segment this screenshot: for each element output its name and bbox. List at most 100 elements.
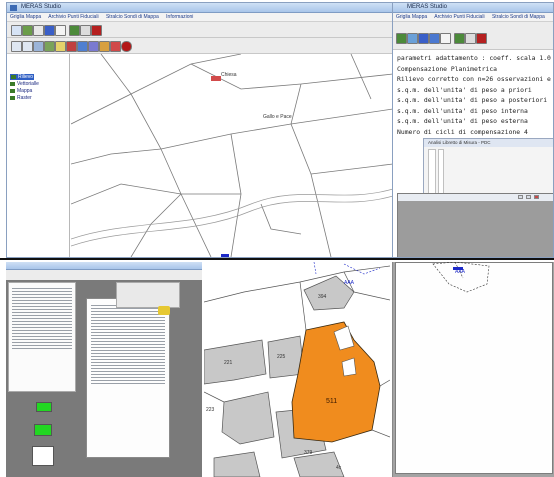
map-label-chiesa: Chiesa: [221, 72, 237, 78]
tree-panel: Rilievo Vettorialle Mappa Raster: [7, 54, 70, 257]
menu-stralcio[interactable]: Stralcio Sondi di Mappa: [106, 14, 159, 20]
console-line-2: Compensazione Planimetrica: [397, 64, 498, 73]
main-window: MERAS Studio Griglia Mappa Archivio Punt…: [6, 2, 394, 258]
layers-icon[interactable]: [44, 25, 55, 36]
console-menubar: Griglia Mappa Archivio Punti Fiduciali S…: [393, 13, 553, 22]
tree-item-raster[interactable]: Raster: [10, 95, 32, 101]
chart-icon[interactable]: [429, 33, 440, 44]
thumb-green-bar-2: [34, 424, 52, 436]
tool2-icon[interactable]: [454, 33, 465, 44]
thumb-report-window: [86, 298, 170, 458]
thumb-titlebar: [6, 262, 202, 270]
parcel-511[interactable]: 511: [326, 398, 337, 405]
subwindow-title: Analisi Libretto di Misura - PDC: [428, 140, 491, 145]
subwindow-body: [428, 149, 436, 197]
target-icon[interactable]: [110, 41, 121, 52]
info-icon[interactable]: [55, 25, 66, 36]
point-label-aaa-1: AAA: [344, 280, 355, 286]
map-label-gallo: Gallo e Pace: [263, 114, 292, 120]
point-icon[interactable]: [66, 41, 77, 52]
console-window: MERAS Studio Griglia Mappa Archivio Punt…: [392, 2, 554, 258]
help-icon[interactable]: [440, 33, 451, 44]
console-line-6: s.q.m. dell'unita' di peso interna: [397, 106, 528, 115]
console-output: parametri adattamento : coeff. scala 1.0…: [395, 53, 553, 143]
cadastral-drawing: [204, 262, 390, 477]
tree-item-rilievo[interactable]: Rilievo: [10, 74, 35, 80]
cadastral-map[interactable]: 221 225 223 511 379 394 AAA 4x: [204, 262, 390, 477]
line-icon[interactable]: [77, 41, 88, 52]
console-toolbar: [393, 22, 553, 50]
zoom-canvas[interactable]: AAA: [392, 262, 554, 477]
zoom-drawing: [432, 262, 490, 293]
console-line-8: Numero di cicli di compensazione 4: [397, 127, 528, 136]
point-label-aaa-2: AAA: [455, 269, 466, 275]
polygon-icon[interactable]: [88, 41, 99, 52]
console-line-3: Rilievo corretto con n=26 osservazioni e: [397, 75, 551, 83]
layers2-icon[interactable]: [418, 33, 429, 44]
folder-icon: [10, 81, 15, 86]
thumb-log-panel: [8, 282, 76, 392]
main-menubar: Griglia Mappa Archivio Punti Fiduciali S…: [7, 13, 393, 22]
grid-icon[interactable]: [80, 25, 91, 36]
preview-close-icon[interactable]: [534, 195, 539, 199]
tool-icon[interactable]: [69, 25, 80, 36]
preview-minimize-icon[interactable]: [518, 195, 523, 199]
select-icon[interactable]: [44, 41, 55, 52]
menu-griglia[interactable]: Griglia Mappa: [10, 14, 41, 20]
thumb-popup: [116, 282, 180, 308]
main-titlebar[interactable]: MERAS Studio: [7, 3, 393, 13]
console-line-4: s.q.m. dell'unita' di peso a priori: [397, 85, 532, 94]
save-icon[interactable]: [22, 25, 33, 36]
pencil-icon[interactable]: [99, 41, 110, 52]
parcel-225: 225: [277, 354, 286, 360]
new-file-icon[interactable]: [11, 25, 22, 36]
parcel-221: 221: [224, 360, 233, 366]
grid2-icon[interactable]: [465, 33, 476, 44]
stop-icon[interactable]: [121, 41, 132, 52]
subwindow-titlebar[interactable]: Analisi Libretto di Misura - PDC: [424, 139, 553, 147]
subwindow-body2: [438, 149, 444, 197]
app-title: MERAS Studio: [21, 4, 62, 10]
app-logo-icon: [10, 5, 17, 11]
console-line-1: parametri adattamento : coeff. scala 1.0: [397, 54, 551, 62]
main-toolbar-1: [7, 22, 393, 38]
zoom-in-icon[interactable]: [11, 41, 22, 52]
console-line-7: s.q.m. dell'unita' di peso esterna: [397, 117, 528, 125]
tree-item-vettoriale[interactable]: Vettorialle: [10, 81, 39, 87]
zoom-out-icon[interactable]: [22, 41, 33, 52]
print-icon[interactable]: [33, 25, 44, 36]
folder-icon: [10, 95, 15, 100]
console-app-title: MERAS Studio: [407, 4, 448, 10]
point-label-4x: 4x: [336, 465, 342, 471]
exit-icon[interactable]: [476, 33, 487, 44]
parcel-379: 379: [304, 450, 313, 456]
church-marker-icon: [211, 76, 221, 81]
folder-icon: [11, 74, 16, 79]
preview-panel: [397, 193, 553, 257]
analysis-subwindow: Analisi Libretto di Misura - PDC: [423, 138, 553, 200]
console-menu-archivio[interactable]: Archivio Punti Fiduciali: [434, 14, 484, 20]
parcel-394: 394: [318, 294, 327, 300]
console-menu-griglia[interactable]: Griglia Mappa: [396, 14, 427, 20]
pan-icon[interactable]: [33, 41, 44, 52]
folder-icon: [10, 88, 15, 93]
thumb-yellow-icon: [158, 306, 170, 315]
console-menu-stralcio[interactable]: Stralcio Sondi di Mappa: [492, 14, 545, 20]
thumb-chart: [32, 446, 54, 466]
close-doc-icon[interactable]: [91, 25, 102, 36]
thumb-toolbar: [6, 270, 202, 280]
software-thumbnail: [6, 262, 202, 477]
divider-line: [0, 258, 554, 260]
parcel-223: 223: [206, 407, 215, 413]
map-drawing: [71, 54, 393, 257]
menu-informazioni[interactable]: Informazioni: [166, 14, 193, 20]
check2-icon[interactable]: [407, 33, 418, 44]
tree-item-mappa[interactable]: Mappa: [10, 88, 32, 94]
check-icon[interactable]: [396, 33, 407, 44]
measure-icon[interactable]: [55, 41, 66, 52]
console-line-5: s.q.m. dell'unita' di peso a posteriori: [397, 96, 548, 104]
preview-maximize-icon[interactable]: [526, 195, 531, 199]
menu-archivio[interactable]: Archivio Punti Fiduciali: [48, 14, 98, 20]
console-titlebar[interactable]: MERAS Studio: [393, 3, 553, 13]
map-canvas[interactable]: Chiesa Gallo e Pace: [71, 54, 393, 257]
